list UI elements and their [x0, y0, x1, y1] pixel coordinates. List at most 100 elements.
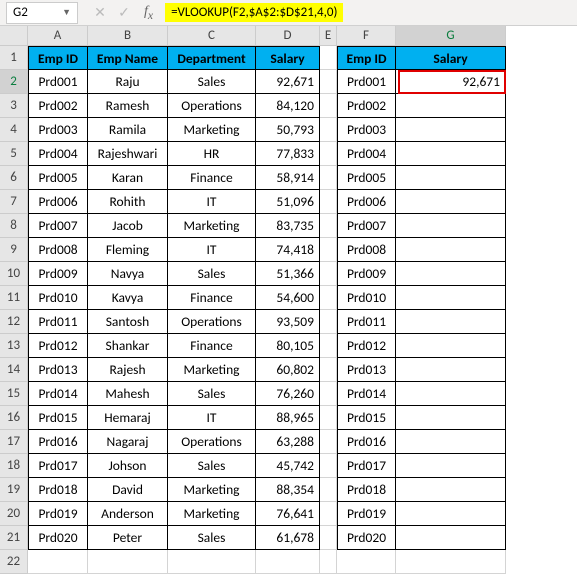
cell[interactable]: [320, 310, 337, 334]
cell-empname[interactable]: David: [88, 478, 168, 502]
cell-department[interactable]: IT: [168, 190, 256, 214]
cell-empid-2[interactable]: Prd017: [337, 454, 396, 478]
row-header[interactable]: 9: [0, 238, 28, 262]
cell-salary[interactable]: 92,671: [256, 70, 320, 94]
cell-empname[interactable]: Santosh: [88, 310, 168, 334]
cell-salary-2[interactable]: [396, 166, 506, 190]
cell[interactable]: [88, 550, 168, 574]
column-header-D[interactable]: D: [256, 26, 320, 46]
cell-salary-2[interactable]: [396, 526, 506, 550]
cell-empid[interactable]: Prd005: [28, 166, 88, 190]
cell-empid-2[interactable]: Prd018: [337, 478, 396, 502]
cell[interactable]: [320, 358, 337, 382]
row-header[interactable]: 20: [0, 502, 28, 526]
header-empid[interactable]: Emp ID: [28, 46, 88, 70]
cell[interactable]: [396, 550, 506, 574]
cell-empid-2[interactable]: Prd005: [337, 166, 396, 190]
cell-salary-2[interactable]: 92,671: [396, 70, 506, 94]
cell-empname[interactable]: Hemaraj: [88, 406, 168, 430]
accept-formula-icon[interactable]: ✓: [116, 4, 132, 21]
cell-salary-2[interactable]: [396, 94, 506, 118]
cell-empname[interactable]: Anderson: [88, 502, 168, 526]
cell-empid-2[interactable]: Prd001: [337, 70, 396, 94]
cell-department[interactable]: Finance: [168, 286, 256, 310]
cell-salary[interactable]: 50,793: [256, 118, 320, 142]
cell-empid-2[interactable]: Prd006: [337, 190, 396, 214]
cell-empid-2[interactable]: Prd009: [337, 262, 396, 286]
cell-empname[interactable]: Ramila: [88, 118, 168, 142]
cell-salary[interactable]: 74,418: [256, 238, 320, 262]
cell[interactable]: [320, 430, 337, 454]
column-header-B[interactable]: B: [88, 26, 168, 46]
cell-empid[interactable]: Prd020: [28, 526, 88, 550]
formula-bar[interactable]: =VLOOKUP(F2,$A$2:$D$21,4,0): [165, 3, 343, 22]
cell-department[interactable]: Finance: [168, 166, 256, 190]
cell-empname[interactable]: Shankar: [88, 334, 168, 358]
cell-salary-2[interactable]: [396, 262, 506, 286]
cell-salary-2[interactable]: [396, 478, 506, 502]
cell-empid[interactable]: Prd013: [28, 358, 88, 382]
cell-department[interactable]: IT: [168, 406, 256, 430]
column-header-E[interactable]: E: [320, 26, 337, 46]
cell[interactable]: [320, 382, 337, 406]
cell-department[interactable]: Sales: [168, 454, 256, 478]
cell-empid-2[interactable]: Prd011: [337, 310, 396, 334]
cell[interactable]: [320, 190, 337, 214]
row-header[interactable]: 5: [0, 142, 28, 166]
cell-salary[interactable]: 58,914: [256, 166, 320, 190]
cell-empname[interactable]: Kavya: [88, 286, 168, 310]
cell-empname[interactable]: Ramesh: [88, 94, 168, 118]
cell-empid-2[interactable]: Prd015: [337, 406, 396, 430]
cell-salary-2[interactable]: [396, 118, 506, 142]
row-header[interactable]: 1: [0, 46, 28, 70]
cell-empid[interactable]: Prd009: [28, 262, 88, 286]
cell-empid[interactable]: Prd008: [28, 238, 88, 262]
cell-department[interactable]: Marketing: [168, 502, 256, 526]
cell[interactable]: [320, 334, 337, 358]
column-header-F[interactable]: F: [337, 26, 396, 46]
cell-department[interactable]: Finance: [168, 334, 256, 358]
cell-department[interactable]: Sales: [168, 70, 256, 94]
cell-empname[interactable]: Raju: [88, 70, 168, 94]
cell-department[interactable]: Operations: [168, 430, 256, 454]
cell[interactable]: [320, 502, 337, 526]
cell-empid-2[interactable]: Prd016: [337, 430, 396, 454]
row-header[interactable]: 15: [0, 382, 28, 406]
cell-empid[interactable]: Prd010: [28, 286, 88, 310]
cell-department[interactable]: Marketing: [168, 478, 256, 502]
cell[interactable]: [320, 454, 337, 478]
cell[interactable]: [320, 142, 337, 166]
cell-salary[interactable]: 80,105: [256, 334, 320, 358]
cell-department[interactable]: Marketing: [168, 214, 256, 238]
cell-salary[interactable]: 88,354: [256, 478, 320, 502]
cell-salary-2[interactable]: [396, 190, 506, 214]
cell-empid-2[interactable]: Prd012: [337, 334, 396, 358]
cell-salary[interactable]: 51,096: [256, 190, 320, 214]
row-header[interactable]: 22: [0, 550, 28, 574]
cell-salary[interactable]: 84,120: [256, 94, 320, 118]
cell-empname[interactable]: Navya: [88, 262, 168, 286]
cell-empname[interactable]: Mahesh: [88, 382, 168, 406]
chevron-down-icon[interactable]: ▼: [62, 7, 71, 18]
cell-empname[interactable]: Rohith: [88, 190, 168, 214]
row-header[interactable]: 2: [0, 70, 28, 94]
header-empid-2[interactable]: Emp ID: [337, 46, 396, 70]
row-header[interactable]: 19: [0, 478, 28, 502]
column-header-A[interactable]: A: [28, 26, 88, 46]
cell-salary[interactable]: 88,965: [256, 406, 320, 430]
cell-empid-2[interactable]: Prd014: [337, 382, 396, 406]
cell-department[interactable]: Sales: [168, 526, 256, 550]
cell-salary[interactable]: 76,260: [256, 382, 320, 406]
cell-empname[interactable]: Peter: [88, 526, 168, 550]
cell-salary-2[interactable]: [396, 310, 506, 334]
cancel-formula-icon[interactable]: ✕: [92, 4, 108, 21]
fx-icon[interactable]: fx: [144, 4, 153, 22]
cell[interactable]: [320, 478, 337, 502]
header-empname[interactable]: Emp Name: [88, 46, 168, 70]
cell-salary[interactable]: 45,742: [256, 454, 320, 478]
cell-department[interactable]: Operations: [168, 94, 256, 118]
cell-empname[interactable]: Karan: [88, 166, 168, 190]
cell[interactable]: [320, 94, 337, 118]
cell-empid[interactable]: Prd011: [28, 310, 88, 334]
cell-empid[interactable]: Prd004: [28, 142, 88, 166]
